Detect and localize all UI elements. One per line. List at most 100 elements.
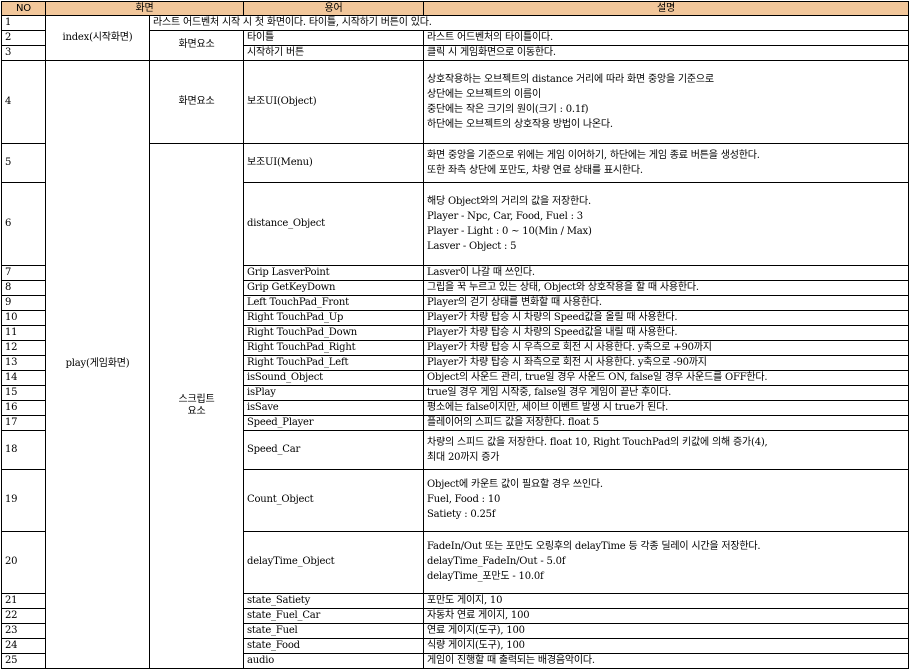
row-no: 25 [1,652,46,670]
desc-line: Player - Npc, Car, Food, Fuel : 3 [427,210,583,222]
desc-line: FadeIn/Out 또는 포만도 오링후의 delayTime 등 각종 딜레… [427,541,761,553]
row-term: state_Fuel [243,622,424,639]
row-desc: Object의 사운드 관리, true일 경우 사운드 ON, false일 … [423,370,909,387]
row-desc: Player가 차량 탑승 시 좌측으로 회전 시 사용한다. y축으로 -90… [423,355,909,372]
row-no: 18 [1,430,46,470]
row-term: state_Fuel_Car [243,607,424,624]
header-row: NO 화면 용어 설명 [1,1,909,16]
row-desc: Player의 걷기 상태를 변화할 때 사용한다. [423,295,909,312]
row-no: 11 [1,325,46,342]
row-desc: true일 경우 게임 시작중, false일 경우 게임이 끝난 후이다. [423,385,909,402]
desc-line: 또한 좌측 상단에 포만도, 차량 연료 상태를 표시한다. [427,164,643,176]
row-term: Left TouchPad_Front [243,295,424,312]
row-term: 보조UI(Object) [243,59,424,145]
row-term: isPlay [243,385,424,402]
desc-line: 해당 Object와의 거리의 값을 저장한다. [427,195,591,207]
row-term: Grip LasverPoint [243,265,424,282]
row-desc: 차량의 스피드 값을 저장한다. float 10, Right TouchPa… [423,430,909,470]
desc-line: 최대 20까지 증가 [427,451,500,463]
row-desc: Player가 차량 탑승 시 차량의 Speed값을 올릴 때 사용한다. [423,310,909,327]
row-desc: 연료 게이지(도구), 100 [423,622,909,639]
row-term: 타이틀 [243,29,424,46]
row-desc: Player가 차량 탑승 시 우측으로 회전 시 사용한다. y축으로 +90… [423,340,909,357]
row-term: Right TouchPad_Left [243,355,424,372]
row-term: Right TouchPad_Down [243,325,424,342]
row-no: 21 [1,592,46,609]
row-term: 보조UI(Menu) [243,143,424,183]
desc-line: 중단에는 작은 크기의 원이(크기 : 0.1f) [427,103,589,115]
row-term: delayTime_Object [243,530,424,594]
row-desc: Lasver이 나갈 때 쓰인다. [423,265,909,282]
group-index-screen: index(시작화면) [45,15,150,61]
row-term: Count_Object [243,468,424,532]
row-term: distance_Object [243,181,424,267]
row-term: audio [243,652,424,670]
row-no: 12 [1,340,46,357]
row-desc: 상호작용하는 오브젝트의 distance 거리에 따라 화면 중앙을 기준으로… [423,59,909,145]
desc-line: Satiety : 0.25f [427,509,496,521]
desc-line: 하단에는 오브젝트의 상호작용 방법이 나온다. [427,118,613,130]
header-no: NO [1,1,46,16]
row-desc: 클릭 시 게임화면으로 이동한다. [423,44,909,61]
row-no: 16 [1,400,46,417]
row-no: 19 [1,468,46,532]
desc-line: Object에 카운트 값이 필요할 경우 쓰인다. [427,479,603,491]
row-no: 17 [1,415,46,432]
row-no: 20 [1,530,46,594]
row-desc: FadeIn/Out 또는 포만도 오링후의 delayTime 등 각종 딜레… [423,530,909,594]
row-term: state_Food [243,637,424,654]
group-screen-elements-a: 화면요소 [149,29,244,61]
row-desc: 포만도 게이지, 10 [423,592,909,609]
group-screen-elements-b: 화면요소 [149,59,244,145]
desc-line: Fuel, Food : 10 [427,494,501,506]
row-desc: 게임이 진행할 때 출력되는 배경음악이다. [423,652,909,670]
row-desc: 라스트 어드벤처 시작 시 첫 화면이다. 타이틀, 시작하기 버튼이 있다. [149,15,909,31]
spec-table: NO 화면 용어 설명 1 index(시작화면) 라스트 어드벤처 시작 시 … [1,1,909,670]
header-screen: 화면 [45,1,244,16]
desc-line: Player - Light : 0 ~ 10(Min / Max) [427,225,592,237]
row-desc: 화면 중앙을 기준으로 위에는 게임 이어하기, 하단에는 게임 종료 버튼을 … [423,143,909,183]
header-term: 용어 [243,1,424,16]
row-term: isSave [243,400,424,417]
table-row: 1 index(시작화면) 라스트 어드벤처 시작 시 첫 화면이다. 타이틀,… [1,15,909,61]
row-no: 22 [1,607,46,624]
row-no: 24 [1,637,46,654]
row-no: 4 [1,59,46,145]
row-desc: Object에 카운트 값이 필요할 경우 쓰인다. Fuel, Food : … [423,468,909,532]
row-desc: 평소에는 false이지만, 세이브 이벤트 발생 시 true가 된다. [423,400,909,417]
row-desc: Player가 차량 탑승 시 차량의 Speed값을 내릴 때 사용한다. [423,325,909,342]
row-term: state_Satiety [243,592,424,609]
row-desc: 플레이어의 스피드 값을 저장한다. float 5 [423,415,909,432]
desc-line: 상단에는 오브젝트의 이름이 [427,88,541,100]
row-no: 13 [1,355,46,372]
row-no: 3 [1,44,46,61]
desc-line: delayTime_FadeIn/Out - 5.0f [427,556,566,568]
row-term: 시작하기 버튼 [243,44,424,61]
row-no: 8 [1,280,46,297]
row-desc: 식량 게이지(도구), 100 [423,637,909,654]
row-no: 1 [1,15,46,31]
group-play-screen: play(게임화면) [45,59,150,670]
row-no: 5 [1,143,46,183]
desc-line: 상호작용하는 오브젝트의 distance 거리에 따라 화면 중앙을 기준으로 [427,73,714,85]
row-no: 14 [1,370,46,387]
row-no: 10 [1,310,46,327]
row-no: 7 [1,265,46,282]
header-desc: 설명 [423,1,909,16]
row-no: 2 [1,29,46,46]
row-no: 9 [1,295,46,312]
row-desc: 그립을 꾹 누르고 있는 상태, Object와 상호작용을 할 때 사용한다. [423,280,909,297]
row-term: Speed_Car [243,430,424,470]
row-desc: 해당 Object와의 거리의 값을 저장한다. Player - Npc, C… [423,181,909,267]
row-term: isSound_Object [243,370,424,387]
row-term: Grip GetKeyDown [243,280,424,297]
row-term: Right TouchPad_Up [243,310,424,327]
row-term: Speed_Player [243,415,424,432]
row-no: 15 [1,385,46,402]
desc-line: delayTime_포만도 - 10.0f [427,571,544,583]
desc-line: Lasver - Object : 5 [427,240,517,252]
row-no: 6 [1,181,46,267]
group-script-elements: 스크립트 요소 [149,143,244,669]
row-desc: 라스트 어드벤처의 타이틀이다. [423,29,909,46]
row-term: Right TouchPad_Right [243,340,424,357]
